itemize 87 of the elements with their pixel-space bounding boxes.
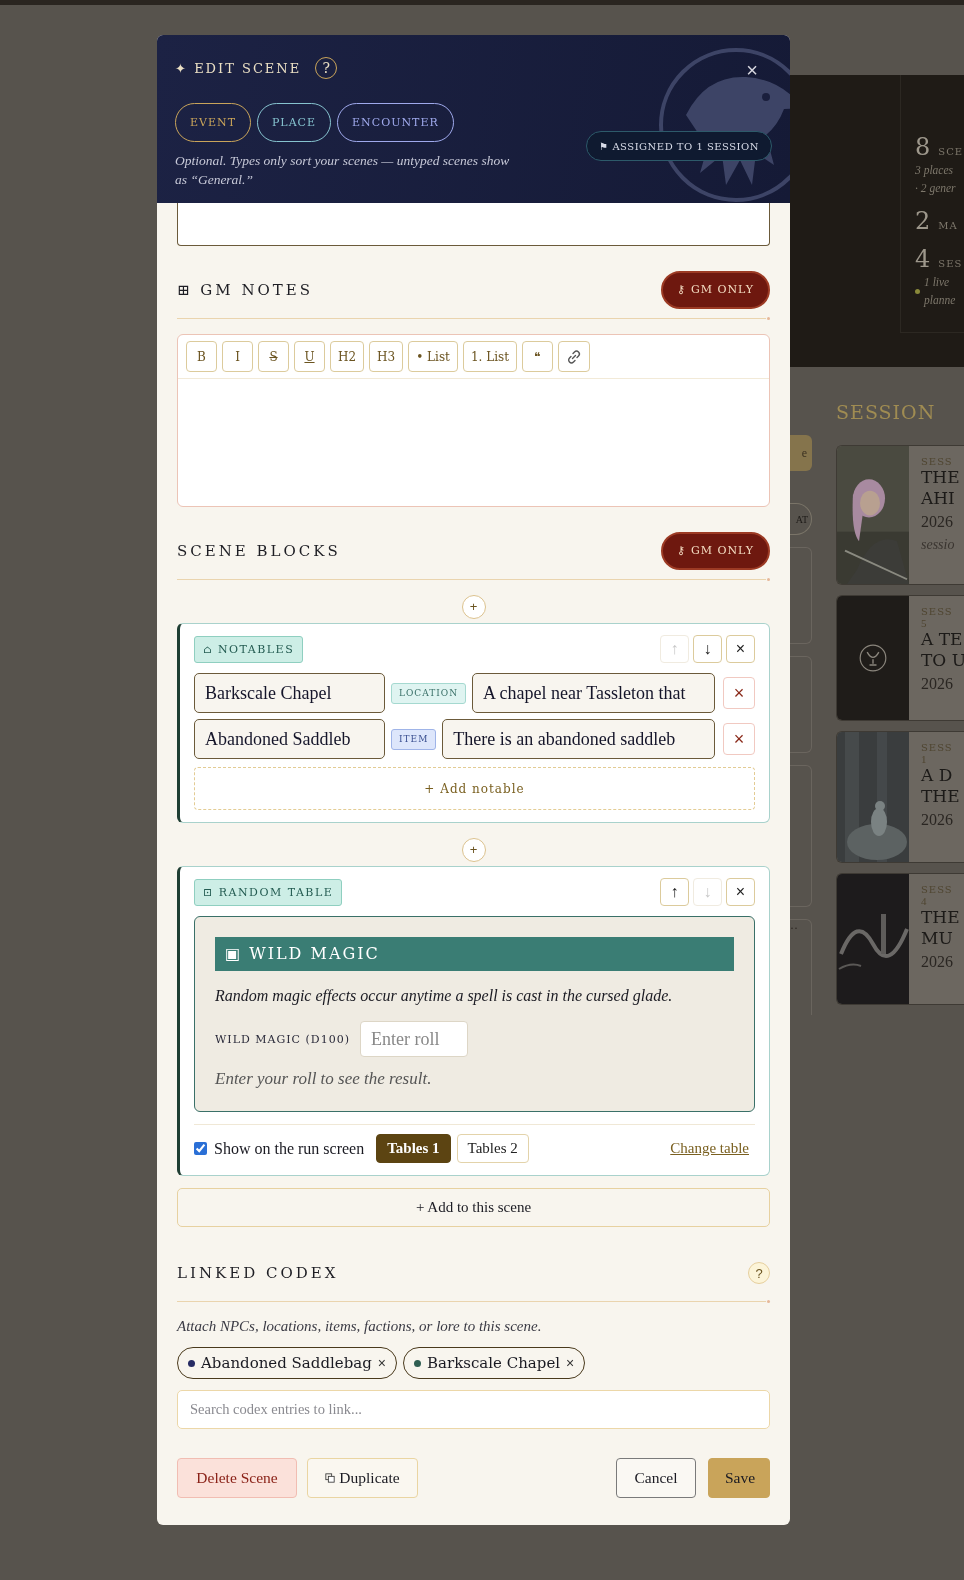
format-button[interactable]: ❝ [521, 341, 553, 372]
checkbox[interactable] [194, 1142, 207, 1155]
rich-text-editor[interactable]: B I S U H2 H3 • List 1. List ❝ [177, 334, 770, 507]
cancel-button[interactable]: Cancel [616, 1458, 696, 1498]
block-control-button[interactable]: ↑ [660, 878, 689, 906]
add-to-scene-button[interactable]: + Add to this scene [177, 1188, 770, 1227]
gm-only-badge: ⚷ GM ONLY [661, 532, 770, 570]
notable-type-tag: LOCATION [391, 682, 467, 704]
block-type-badge: ⊡ RANDOM TABLE [194, 878, 343, 906]
duplicate-icon [325, 1473, 336, 1483]
format-button[interactable]: U [294, 341, 325, 372]
checkbox-label: Show on the run screen [214, 1139, 365, 1158]
roll-label: WILD MAGIC (D100) [215, 1032, 350, 1046]
delete-scene-button[interactable]: Delete Scene [177, 1458, 297, 1498]
roll-result: Enter your roll to see the result. [215, 1069, 433, 1089]
session-title: MU [921, 928, 954, 949]
section-heading: SCENE BLOCKS [177, 542, 341, 560]
roll-input[interactable]: Enter roll [359, 1021, 468, 1057]
stat-number: 8 [915, 133, 931, 161]
session-title: A TE [921, 629, 964, 650]
dialog-title: ✦ EDIT SCENE [175, 60, 302, 76]
table-tab[interactable]: Tables 1 [376, 1134, 451, 1163]
codex-hint: Attach NPCs, locations, items, factions, or lore to this scene. [177, 1318, 543, 1335]
types-hint: Optional. Types only sort your scenes — untyped scenes show as “General.” [175, 152, 511, 189]
format-button[interactable]: H3 [369, 341, 404, 372]
assigned-session-button[interactable]: ⚑ ASSIGNED TO 1 SESSION [586, 131, 772, 161]
chip-label: Barkscale Chapel [427, 1354, 561, 1372]
notable-type-tag: ITEM [391, 728, 437, 750]
stat-label: MA [938, 220, 958, 231]
add-notable-button[interactable]: + Add notable [194, 767, 755, 810]
block-control-button[interactable]: × [726, 635, 755, 663]
duplicate-button[interactable]: Duplicate [307, 1458, 418, 1498]
link-icon [565, 348, 582, 365]
remove-chip-button[interactable]: × [377, 1355, 386, 1371]
codex-search-field[interactable]: Search codex entries to link... [177, 1390, 770, 1429]
table-title-bar: ▣ WILD MAGIC [215, 937, 734, 971]
stat-number: 2 [915, 207, 931, 235]
format-button[interactable]: • List [408, 341, 458, 372]
format-button[interactable]: S [258, 341, 289, 372]
section-heading: ⊞ GM NOTES [177, 281, 314, 299]
notable-name-field[interactable]: Barkscale Chapel [194, 673, 385, 713]
change-table-link[interactable]: Change table [670, 1140, 749, 1157]
session-title: A D [921, 765, 954, 786]
sessions-heading: SESSION [836, 400, 937, 425]
table-description: Random magic effects occur anytime a spell is cast in the cursed glade. [215, 987, 674, 1005]
section-heading: LINKED CODEX [177, 1264, 339, 1282]
session-title: THE [921, 786, 960, 807]
session-date: 2026 [921, 675, 954, 693]
session-date: 2026 [921, 953, 954, 971]
notable-name-field[interactable]: Abandoned Saddleb [194, 719, 385, 759]
format-button[interactable]: 1. List [462, 341, 517, 372]
help-button[interactable]: ? [748, 1262, 770, 1284]
format-button[interactable]: H2 [330, 341, 365, 372]
notable-description-field[interactable]: A chapel near Tassleton that [472, 673, 715, 713]
session-title: AHI [921, 488, 956, 509]
stat-note: planne [924, 293, 956, 309]
session-title: THE [921, 907, 960, 928]
live-dot [915, 288, 920, 294]
gm-only-badge: ⚷ GM ONLY [661, 271, 770, 309]
remove-button[interactable]: × [723, 677, 755, 709]
text-field[interactable] [177, 203, 770, 246]
stat-label: SES [938, 258, 963, 269]
remove-button[interactable]: × [723, 723, 755, 755]
session-date: 2026 [921, 513, 954, 531]
stat-note: 1 live [924, 275, 951, 290]
link-button[interactable] [557, 341, 590, 372]
session-date: 2026 [921, 811, 954, 829]
stat-note: · 2 gener [915, 181, 956, 197]
insert-block-button[interactable]: + [461, 595, 486, 619]
close-button[interactable]: × [746, 59, 758, 81]
stat-note: 3 places [915, 163, 954, 179]
more-dots: ·· [790, 921, 799, 937]
save-button[interactable]: Save [708, 1458, 770, 1498]
session-title: THE [921, 467, 960, 488]
insert-block-button[interactable]: + [461, 838, 486, 862]
format-button[interactable]: B [186, 341, 217, 372]
chalice-icon [859, 644, 887, 672]
stat-number: 4 [915, 245, 931, 273]
format-button[interactable]: I [222, 341, 253, 372]
stat-label: SCE [938, 146, 964, 157]
notable-description-field[interactable]: There is an abandoned saddleb [442, 719, 715, 759]
block-control-button[interactable]: × [726, 878, 755, 906]
block-control-button[interactable]: ↓ [693, 635, 722, 663]
remove-chip-button[interactable]: × [566, 1355, 575, 1371]
table-tab[interactable]: Tables 2 [456, 1134, 529, 1163]
block-type-badge: ⌂ NOTABLES [194, 635, 304, 663]
chip-label: Abandoned Saddlebag [201, 1354, 372, 1372]
